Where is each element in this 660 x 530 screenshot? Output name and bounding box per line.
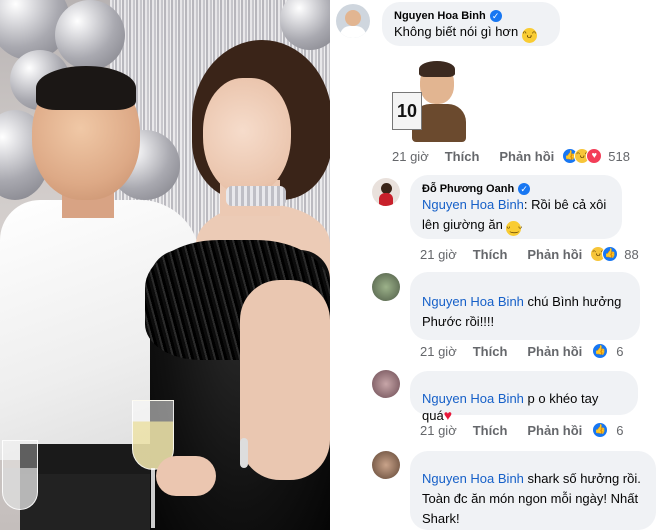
- like-reaction-icon: 👍: [592, 343, 609, 359]
- comment-bubble: Nguyen Hoa Binh shark số hưởng rồi. Toàn…: [410, 451, 656, 530]
- sticker-image: 10: [390, 58, 472, 142]
- comment-text: Nguyen Hoa Binh chú Bình hưởng Phước rồi…: [422, 292, 628, 332]
- reaction-count: 88: [624, 246, 639, 262]
- comment-actions: 21 giờ Thích Phản hồi 👍 6: [420, 343, 650, 359]
- reaction-summary[interactable]: 👍 ᵔᴗᵔ ♥: [562, 148, 603, 164]
- sticker-hair: [419, 61, 455, 77]
- woman-face: [203, 78, 291, 196]
- verified-badge-icon: ✓: [489, 10, 502, 22]
- comment-time[interactable]: 21 giờ: [392, 149, 429, 164]
- comment-time[interactable]: 21 giờ: [420, 247, 457, 262]
- party-photo: [0, 0, 330, 530]
- comment-text: Nguyen Hoa Binh p o khéo tay quá♥: [422, 391, 626, 424]
- wine-glass-stem: [151, 468, 155, 528]
- reaction-summary[interactable]: ᵔᴗᵔ 👍: [590, 246, 619, 262]
- grin-sweat-emoji-icon: ᵔᴗᵔ: [521, 28, 537, 43]
- woman-hand: [156, 456, 216, 496]
- author-name[interactable]: Nguyen Hoa Binh: [394, 10, 486, 22]
- reaction-summary[interactable]: 👍: [592, 343, 609, 359]
- comment-bubble: Nguyen Hoa Binh ✓ Không biết nói gì hơn …: [382, 2, 560, 46]
- comment-time[interactable]: 21 giờ: [420, 344, 457, 359]
- reply-button[interactable]: Phản hồi: [527, 423, 582, 438]
- comment-bubble: Đỗ Phương Oanh ✓ Nguyen Hoa Binh: Rồi bê…: [410, 175, 622, 239]
- reaction-count: 6: [616, 343, 624, 359]
- comment-body: Không biết nói gì hơn: [394, 24, 519, 39]
- comment-actions: 21 giờ Thích Phản hồi 👍 6: [420, 422, 650, 438]
- silver-balloon: [55, 0, 125, 70]
- like-button[interactable]: Thích: [445, 149, 480, 164]
- comment-actions: 21 giờ Thích Phản hồi 👍 ᵔᴗᵔ ♥ 518: [392, 148, 642, 164]
- comment-author[interactable]: Đỗ Phương Oanh ✓: [422, 183, 610, 195]
- author-name[interactable]: Đỗ Phương Oanh: [422, 183, 514, 195]
- reply-button[interactable]: Phản hồi: [499, 149, 554, 164]
- like-button[interactable]: Thích: [473, 423, 508, 438]
- relieved-emoji-icon: ᵕ‿ᵕ: [506, 221, 523, 236]
- like-reaction-icon: 👍: [602, 246, 619, 262]
- avatar[interactable]: [372, 178, 400, 206]
- man-pants: [20, 474, 170, 530]
- comment-text: Nguyen Hoa Binh: Rồi bê cả xôi lên giườn…: [422, 195, 610, 236]
- like-reaction-icon: 👍: [592, 422, 609, 438]
- comment-thread: Nguyen Hoa Binh ✓ Không biết nói gì hơn …: [330, 0, 660, 530]
- comment-bubble: Nguyen Hoa Binh chú Bình hưởng Phước rồi…: [410, 272, 640, 340]
- bracelet: [240, 438, 248, 468]
- reaction-count: 6: [616, 422, 624, 438]
- man-hair: [36, 66, 136, 110]
- reaction-count: 518: [608, 148, 630, 164]
- comment-text: Không biết nói gì hơn ᵔᴗᵔ: [394, 22, 548, 43]
- like-button[interactable]: Thích: [473, 344, 508, 359]
- mention-link[interactable]: Nguyen Hoa Binh: [422, 294, 524, 309]
- comment-text: Nguyen Hoa Binh shark số hưởng rồi. Toàn…: [422, 469, 644, 529]
- avatar[interactable]: [372, 370, 400, 398]
- choker-necklace: [226, 186, 286, 206]
- score-card: 10: [392, 92, 422, 130]
- verified-badge-icon: ✓: [518, 183, 531, 195]
- reaction-summary[interactable]: 👍: [592, 422, 609, 438]
- reply-button[interactable]: Phản hồi: [527, 344, 582, 359]
- avatar[interactable]: [336, 4, 370, 38]
- comment-bubble: Nguyen Hoa Binh p o khéo tay quá♥: [410, 371, 638, 423]
- like-button[interactable]: Thích: [473, 247, 508, 262]
- mention-link[interactable]: Nguyen Hoa Binh: [422, 391, 524, 406]
- woman-arm: [240, 280, 330, 480]
- comment-actions: 21 giờ Thích Phản hồi ᵔᴗᵔ 👍 88: [420, 246, 660, 262]
- reply-button[interactable]: Phản hồi: [527, 247, 582, 262]
- avatar[interactable]: [372, 273, 400, 301]
- mention-link[interactable]: Nguyen Hoa Binh: [422, 197, 524, 212]
- heart-emoji-icon: ♥: [443, 407, 453, 423]
- avatar[interactable]: [372, 451, 400, 479]
- comment-author[interactable]: Nguyen Hoa Binh ✓: [394, 10, 548, 22]
- comment-time[interactable]: 21 giờ: [420, 423, 457, 438]
- love-reaction-icon: ♥: [586, 148, 603, 164]
- wine-glass: [2, 440, 38, 510]
- mention-link[interactable]: Nguyen Hoa Binh: [422, 471, 524, 486]
